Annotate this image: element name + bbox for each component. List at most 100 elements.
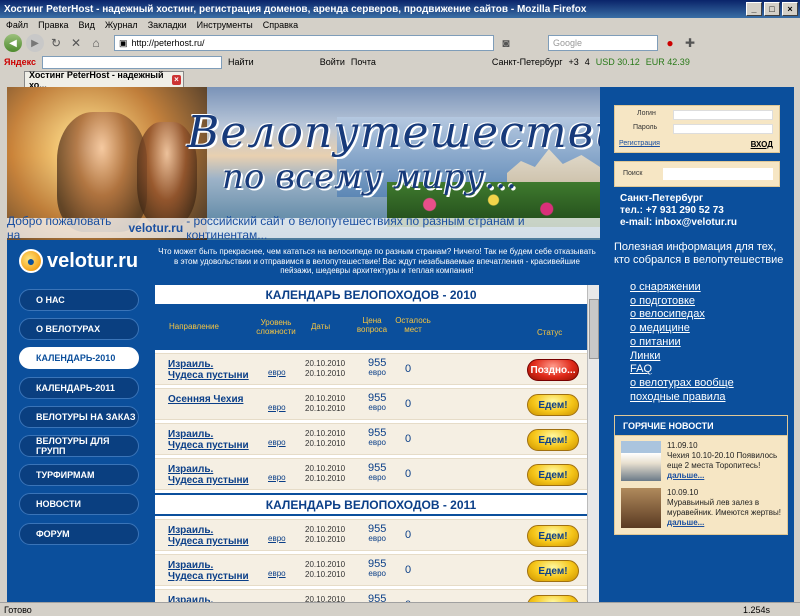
nav-calendar-2011[interactable]: КАЛЕНДАРЬ-2011: [19, 376, 139, 399]
search-field[interactable]: Google: [548, 35, 658, 51]
password-input[interactable]: [673, 124, 773, 134]
yandex-weather[interactable]: +3: [568, 57, 578, 67]
url-bar[interactable]: ▣ http://peterhost.ru/: [114, 35, 494, 51]
menu-tools[interactable]: Инструменты: [197, 20, 253, 30]
nav-group-tours[interactable]: ВЕЛОТУРЫ ДЛЯ ГРУПП: [19, 434, 139, 457]
status-button[interactable]: Едем!: [527, 525, 579, 547]
tour-dates: 20.10.201020.10.2010: [305, 560, 345, 580]
rss-icon[interactable]: ◙: [498, 35, 514, 51]
news-more-link[interactable]: дальше...: [667, 518, 704, 527]
link-medicine[interactable]: о медицине: [630, 322, 734, 336]
site-search-input[interactable]: [663, 168, 773, 180]
yandex-find[interactable]: Найти: [228, 57, 254, 67]
tour-date-start: 20.10.2010: [305, 595, 346, 602]
nav-about[interactable]: О НАС: [19, 289, 139, 311]
menu-help[interactable]: Справка: [263, 20, 298, 30]
status-button[interactable]: Едем!: [527, 464, 579, 486]
yandex-brand[interactable]: Яндекс: [4, 57, 36, 67]
close-icon[interactable]: ×: [782, 2, 798, 16]
yandex-city[interactable]: Санкт-Петербург: [492, 57, 563, 67]
site-search-box: Поиск: [614, 161, 780, 187]
menu-history[interactable]: Журнал: [105, 20, 138, 30]
table-header: Направление Уровень сложности Даты Цена …: [155, 306, 587, 350]
nav-custom-tours[interactable]: ВЕЛОТУРЫ НА ЗАКАЗ: [19, 405, 139, 428]
tour-direction-link[interactable]: Израиль.Чудеса пустыни: [168, 464, 249, 486]
nav-news[interactable]: НОВОСТИ: [19, 493, 139, 516]
link-bicycles[interactable]: о велосипедах: [630, 308, 734, 322]
tour-level-link[interactable]: евро: [268, 368, 286, 377]
price-currency: евро: [368, 569, 386, 578]
tour-date-end: 20.10.2010: [305, 404, 346, 413]
scroll-thumb[interactable]: [589, 299, 599, 359]
register-link[interactable]: Регистрация: [619, 140, 660, 147]
stop-icon[interactable]: ✕: [68, 35, 84, 51]
link-equipment[interactable]: о снаряжении: [630, 281, 734, 295]
tour-dates: 20.10.201020.10.2010: [305, 394, 345, 414]
yandex-usd[interactable]: USD 30.12: [596, 57, 640, 67]
tour-level-link[interactable]: евро: [268, 403, 286, 412]
home-icon[interactable]: ⌂: [88, 35, 104, 51]
tour-direction-link[interactable]: Израиль.Чудеса пустыни: [168, 595, 249, 602]
nav-about-tours[interactable]: О ВЕЛОТУРАХ: [19, 318, 139, 341]
tour-direction-link[interactable]: Израиль.Чудеса пустыни: [168, 429, 249, 451]
places-left: 0: [405, 398, 412, 410]
tab-peterhost[interactable]: Хостинг PeterHost - надежный хо... ×: [24, 70, 184, 90]
tour-level-link[interactable]: евро: [268, 534, 286, 543]
table-row: Осенняя Чехия евро 20.10.2010 20.10.2010 955…: [155, 388, 587, 420]
tour-direction-link[interactable]: Израиль.Чудеса пустыни: [168, 359, 249, 381]
tour-level-link[interactable]: евро: [268, 473, 286, 482]
tour-level-link[interactable]: евро: [268, 569, 286, 578]
status-button[interactable]: Едем!: [527, 560, 579, 582]
link-faq[interactable]: FAQ: [630, 363, 734, 377]
page-scrollbar[interactable]: [587, 285, 599, 602]
tour-name-line1: Израиль.: [168, 595, 214, 602]
enter-button[interactable]: ВХОД: [751, 140, 773, 149]
tour-dates: 20.10.201020.10.2010: [305, 595, 345, 602]
table-row: Израиль.Чудеса пустыниевро20.10.201020.1…: [155, 589, 587, 602]
yandex-mail[interactable]: Почта: [351, 57, 376, 67]
news-body: Чехия 10.10-20.10 Появилось еще 2 места …: [667, 451, 778, 470]
minimize-icon[interactable]: _: [746, 2, 762, 16]
table-row: Израиль.Чудеса пустыниевро20.10.201020.1…: [155, 423, 587, 455]
nav-agencies[interactable]: ТУРФИРМАМ: [19, 464, 139, 487]
yandex-input[interactable]: [42, 55, 223, 69]
tour-price: 955евро: [368, 463, 386, 483]
status-button[interactable]: Поздно...: [527, 359, 579, 381]
yandex-login[interactable]: Войти: [320, 57, 345, 67]
addon-icon[interactable]: ✚: [682, 35, 698, 51]
link-food[interactable]: о питании: [630, 336, 734, 350]
site-logo[interactable]: ● velotur.ru: [19, 249, 138, 273]
menu-view[interactable]: Вид: [79, 20, 95, 30]
login-input[interactable]: [673, 110, 773, 120]
nav-forum[interactable]: ФОРУМ: [19, 522, 139, 545]
menu-file[interactable]: Файл: [6, 20, 28, 30]
forward-icon[interactable]: ▶: [26, 34, 44, 52]
url-text: http://peterhost.ru/: [131, 38, 205, 48]
col-dates: Даты: [311, 322, 331, 331]
yandex-eur[interactable]: EUR 42.39: [646, 57, 690, 67]
tab-close-icon[interactable]: ×: [172, 74, 181, 85]
nav-calendar-2010[interactable]: КАЛЕНДАРЬ-2010: [19, 347, 139, 370]
tour-direction-link[interactable]: Израиль.Чудеса пустыни: [168, 525, 249, 547]
news-more-link[interactable]: дальше...: [667, 471, 704, 480]
right-column: Логин Пароль Регистрация ВХОД Поиск Санк…: [600, 87, 794, 602]
menu-bookmarks[interactable]: Закладки: [148, 20, 187, 30]
table-row: Израиль.Чудеса пустыни евро 20.10.201020.1…: [155, 554, 587, 586]
back-icon[interactable]: ◀: [4, 34, 22, 52]
link-about-tours[interactable]: о велотурах вообще: [630, 377, 734, 391]
yandex-count[interactable]: 4: [585, 57, 590, 67]
link-rules[interactable]: походные правила: [630, 391, 734, 405]
status-button[interactable]: Едем!: [527, 394, 579, 416]
status-button[interactable]: Едем!: [527, 595, 579, 602]
tour-level-link[interactable]: евро: [268, 438, 286, 447]
tour-direction-link[interactable]: Осенняя Чехия: [168, 394, 243, 405]
reload-icon[interactable]: ↻: [48, 35, 64, 51]
tour-direction-link[interactable]: Израиль.Чудеса пустыни: [168, 560, 249, 582]
link-preparation[interactable]: о подготовке: [630, 295, 734, 309]
status-text: Готово: [4, 604, 32, 615]
menu-edit[interactable]: Правка: [38, 20, 68, 30]
status-button[interactable]: Едем!: [527, 429, 579, 451]
link-links[interactable]: Линки: [630, 350, 734, 364]
adblock-icon[interactable]: ●: [662, 35, 678, 51]
maximize-icon[interactable]: □: [764, 2, 780, 16]
